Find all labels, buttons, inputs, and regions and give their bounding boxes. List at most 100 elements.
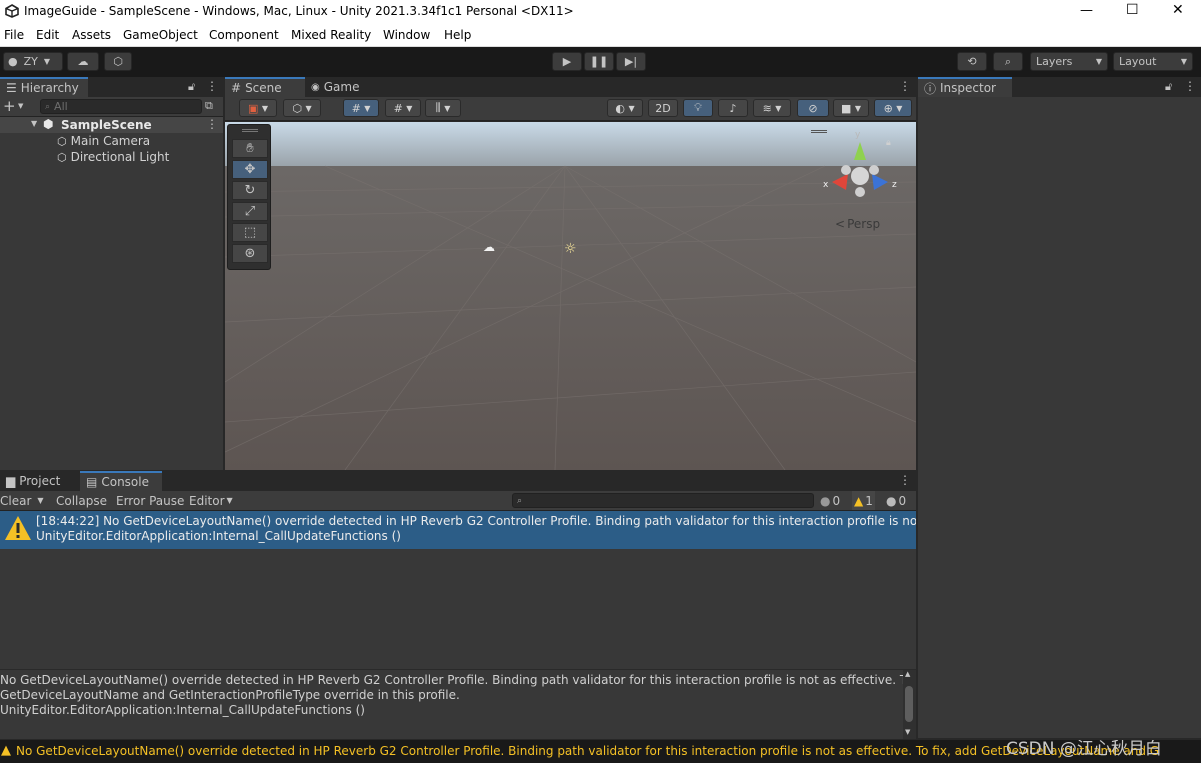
- warning-filter-toggle[interactable]: ▲ 1: [852, 491, 875, 510]
- clear-button[interactable]: Clear ▼: [0, 491, 44, 510]
- move-tool-button[interactable]: ✥: [232, 160, 268, 179]
- menu-component[interactable]: Component: [209, 28, 279, 42]
- history-button[interactable]: ⟲: [957, 52, 987, 71]
- scale-tool-button[interactable]: ⤢: [232, 202, 268, 221]
- menu-mixed-reality[interactable]: Mixed Reality: [291, 28, 371, 42]
- increment-snap-dropdown[interactable]: ⫼ ▼: [425, 99, 461, 117]
- more-options-icon[interactable]: ⋮: [1184, 79, 1196, 93]
- draw-mode-icon: ▣: [247, 101, 259, 115]
- audio-toggle[interactable]: ♪: [718, 99, 748, 117]
- menu-edit[interactable]: Edit: [36, 28, 59, 42]
- hand-tool-button[interactable]: ✋︎: [232, 139, 268, 158]
- more-options-icon[interactable]: ⋮: [899, 79, 911, 93]
- error-pause-button[interactable]: Error Pause: [116, 491, 184, 510]
- history-icon: ⟲: [967, 55, 977, 68]
- scroll-down-icon[interactable]: ▼: [905, 728, 910, 736]
- log-detail-line2: GetDeviceLayoutName and GetInteractionPr…: [0, 688, 460, 702]
- collab-button[interactable]: ⬡: [104, 52, 132, 71]
- transform-icon: ⊛: [244, 246, 256, 261]
- rect-tool-button[interactable]: ⬚: [232, 223, 268, 242]
- scrollbar-thumb[interactable]: [905, 686, 913, 722]
- effects-dropdown[interactable]: ≋ ▼: [753, 99, 791, 117]
- lighting-toggle[interactable]: 💡︎: [683, 99, 713, 117]
- grid-snap-dropdown[interactable]: # ▼: [385, 99, 421, 117]
- shading-mode-dropdown[interactable]: ◐ ▼: [607, 99, 643, 117]
- scene-name: SampleScene: [61, 118, 152, 132]
- minimize-button[interactable]: —: [1080, 3, 1093, 18]
- camera-object-icon[interactable]: ☁: [483, 240, 495, 254]
- camera-settings-dropdown[interactable]: ■ ▼: [833, 99, 869, 117]
- search-options-icon[interactable]: ⧉: [205, 99, 213, 113]
- close-button[interactable]: ✕: [1172, 2, 1184, 18]
- snap-icon: #: [351, 101, 361, 115]
- account-dropdown[interactable]: ● ZY ▼: [3, 52, 63, 71]
- projection-label: Persp: [847, 217, 881, 231]
- tab-game[interactable]: ◉ Game: [305, 77, 375, 97]
- more-options-icon[interactable]: ⋮: [206, 79, 218, 93]
- lock-icon[interactable]: 🔓︎: [1165, 80, 1172, 94]
- cloud-button[interactable]: ☁: [67, 52, 99, 71]
- more-options-icon[interactable]: ⋮: [206, 117, 218, 131]
- menu-bar: File Edit Assets GameObject Component Mi…: [0, 24, 1201, 47]
- hierarchy-item-directional-light[interactable]: ⬡ Directional Light: [57, 150, 169, 164]
- pause-button[interactable]: ❚❚: [584, 52, 614, 71]
- tab-console-label: Console: [101, 475, 149, 489]
- move-snap-dropdown[interactable]: # ▼: [343, 99, 379, 117]
- hierarchy-search-input[interactable]: ⌕ All: [40, 99, 202, 114]
- menu-help[interactable]: Help: [444, 28, 471, 42]
- list-icon: ☰: [6, 81, 17, 95]
- console-search-input[interactable]: ⌕: [512, 493, 814, 508]
- drag-handle-icon[interactable]: [242, 129, 258, 132]
- layers-dropdown[interactable]: Layers ▼: [1030, 52, 1108, 71]
- search-button[interactable]: ⌕: [993, 52, 1023, 71]
- menu-window[interactable]: Window: [383, 28, 430, 42]
- scene-viewport[interactable]: ✋︎ ✥ ↻ ⤢ ⬚ ⊛ ☁ ☼ 🔒︎ y x z < Persp: [225, 122, 916, 470]
- layout-dropdown[interactable]: Layout ▼: [1113, 52, 1193, 71]
- lock-icon[interactable]: 🔓︎: [188, 80, 195, 94]
- tab-console[interactable]: ▤ Console: [80, 471, 162, 491]
- rotate-tool-button[interactable]: ↻: [232, 181, 268, 200]
- expand-arrow-icon[interactable]: ▼: [31, 119, 37, 128]
- menu-assets[interactable]: Assets: [72, 28, 111, 42]
- projection-toggle[interactable]: < Persp: [835, 217, 880, 231]
- detail-scrollbar[interactable]: ▲ ▼: [903, 670, 916, 739]
- maximize-button[interactable]: ☐: [1126, 2, 1139, 18]
- gamepad-icon: ◉: [311, 81, 320, 93]
- tab-inspector[interactable]: ⓘ Inspector: [918, 77, 1012, 97]
- draw-mode-dropdown[interactable]: ▣ ▼: [239, 99, 277, 117]
- menu-gameobject[interactable]: GameObject: [123, 28, 198, 42]
- play-button[interactable]: ▶: [552, 52, 582, 71]
- chevron-down-icon: ▼: [43, 57, 51, 66]
- info-filter-toggle[interactable]: ● 0: [820, 491, 840, 510]
- chevron-down-icon: ▼: [18, 102, 24, 110]
- console-panel: ▆ Project ▤ Console ⋮ Clear ▼ Collapse E…: [0, 471, 916, 739]
- gizmos-dropdown[interactable]: ⊕ ▼: [874, 99, 912, 117]
- status-bar[interactable]: ▲ No GetDeviceLayoutName() override dete…: [0, 740, 1201, 763]
- scroll-up-icon[interactable]: ▲: [905, 670, 910, 678]
- tab-hierarchy[interactable]: ☰ Hierarchy: [0, 77, 88, 97]
- scene-row[interactable]: ▼ ⬢ SampleScene ⋮: [0, 117, 223, 133]
- menu-file[interactable]: File: [4, 28, 24, 42]
- log-entry-selected[interactable]: [18:44:22] No GetDeviceLayoutName() over…: [0, 511, 916, 549]
- hidden-objects-toggle[interactable]: ⊘: [797, 99, 829, 117]
- orientation-gizmo[interactable]: 🔒︎ y x z: [811, 130, 900, 210]
- more-options-icon[interactable]: ⋮: [899, 473, 911, 487]
- add-button[interactable]: +: [3, 97, 16, 115]
- move-icon: ✥: [244, 162, 256, 177]
- error-filter-toggle[interactable]: ● 0: [886, 491, 906, 510]
- toggle-2d-label: 2D: [655, 101, 671, 115]
- tab-project[interactable]: ▆ Project: [0, 471, 80, 491]
- light-object-icon[interactable]: ☼: [564, 241, 577, 257]
- transform-tool-button[interactable]: ⊛: [232, 244, 268, 263]
- object-mode-dropdown[interactable]: ⬡ ▼: [283, 99, 321, 117]
- toggle-2d-button[interactable]: 2D: [648, 99, 678, 117]
- hierarchy-item-main-camera[interactable]: ⬡ Main Camera: [57, 134, 150, 148]
- inspector-header: ⓘ Inspector 🔓︎ ⋮: [918, 77, 1201, 97]
- scene-header: # Scene ◉ Game ⋮: [225, 77, 916, 97]
- step-button[interactable]: ▶|: [616, 52, 646, 71]
- layout-label: Layout: [1119, 55, 1157, 68]
- collapse-button[interactable]: Collapse: [56, 491, 107, 510]
- tab-scene[interactable]: # Scene: [225, 77, 305, 97]
- editor-dropdown[interactable]: Editor ▼: [189, 491, 233, 510]
- console-toolbar: Clear ▼ Collapse Error Pause Editor ▼ ⌕ …: [0, 491, 916, 511]
